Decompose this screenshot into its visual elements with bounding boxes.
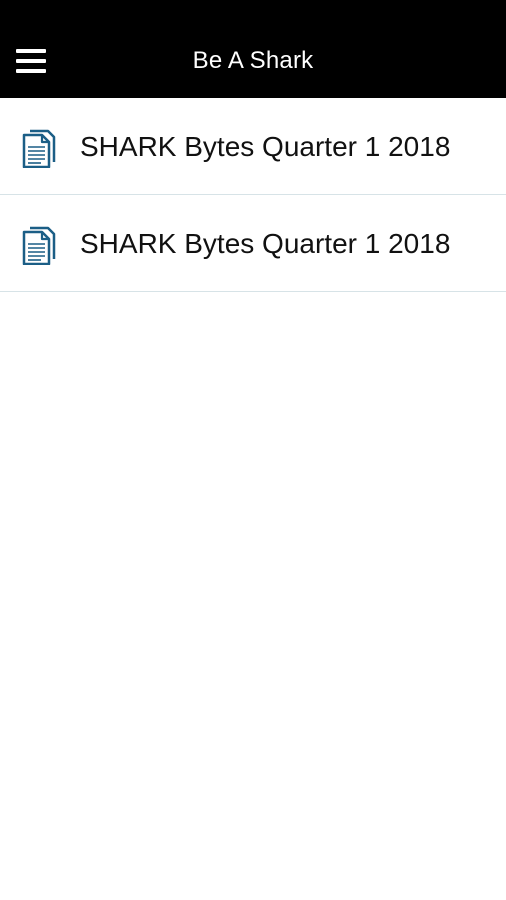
list-item[interactable]: SHARK Bytes Quarter 1 2018 xyxy=(0,195,506,292)
page-title: Be A Shark xyxy=(192,47,314,74)
list-item-label: SHARK Bytes Quarter 1 2018 xyxy=(80,131,451,162)
document-icon xyxy=(22,226,56,265)
document-icon xyxy=(22,129,56,168)
list-item-label: SHARK Bytes Quarter 1 2018 xyxy=(80,228,451,259)
app-header: Be A Shark xyxy=(0,0,506,98)
list-item[interactable]: SHARK Bytes Quarter 1 2018 xyxy=(0,98,506,195)
document-list: SHARK Bytes Quarter 1 2018 SHARK Bytes Q… xyxy=(0,98,506,292)
